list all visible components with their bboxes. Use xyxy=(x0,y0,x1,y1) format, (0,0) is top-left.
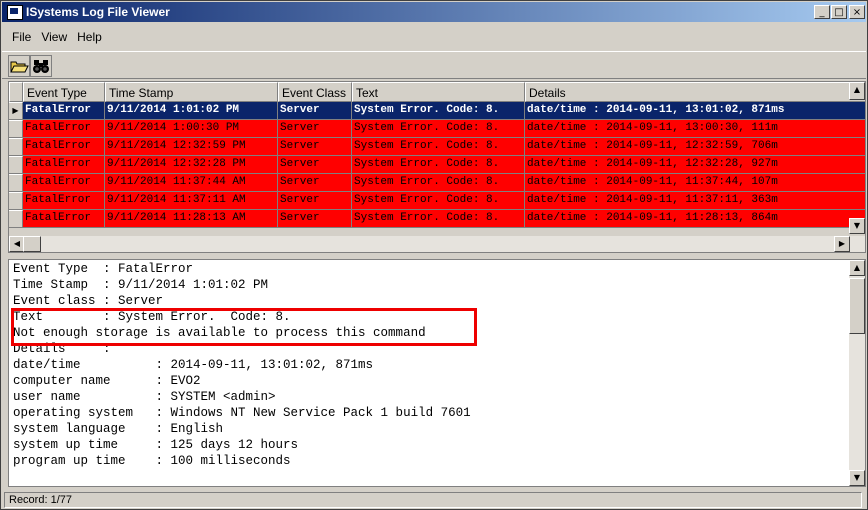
close-button[interactable]: × xyxy=(849,5,865,19)
table-cell[interactable]: System Error. Code: 8. xyxy=(352,192,525,210)
table-cell[interactable]: Server xyxy=(278,138,352,156)
table-cell[interactable]: System Error. Code: 8. xyxy=(352,138,525,156)
scroll-up-button[interactable]: ▲ xyxy=(849,82,865,100)
detail-line: program up time : 100 milliseconds xyxy=(13,454,291,468)
detail-line: Event class : Server xyxy=(13,294,164,308)
column-header-details[interactable]: Details xyxy=(525,82,865,102)
toolbar xyxy=(2,51,866,79)
menu-file[interactable]: File xyxy=(2,28,35,44)
table-cell[interactable]: FatalError xyxy=(23,210,105,228)
row-header[interactable] xyxy=(9,174,23,192)
detail-line: system up time : 125 days 12 hours xyxy=(13,438,299,452)
menu-help[interactable]: Help xyxy=(71,28,106,44)
detail-line: Time Stamp : 9/11/2014 1:01:02 PM xyxy=(13,278,269,292)
table-cell[interactable]: FatalError xyxy=(23,120,105,138)
table-cell[interactable]: Server xyxy=(278,210,352,228)
detail-line: date/time : 2014-09-11, 13:01:02, 871ms xyxy=(13,358,374,372)
table-cell[interactable]: date/time : 2014-09-11, 13:01:02, 871ms xyxy=(525,102,865,120)
table-cell[interactable]: System Error. Code: 8. xyxy=(352,174,525,192)
column-header-text[interactable]: Text xyxy=(352,82,525,102)
corner-header xyxy=(9,82,23,102)
table-cell[interactable]: 9/11/2014 12:32:59 PM xyxy=(105,138,278,156)
open-file-button[interactable] xyxy=(8,55,30,77)
table-cell[interactable]: 9/11/2014 12:32:28 PM xyxy=(105,156,278,174)
table-cell[interactable]: FatalError xyxy=(23,192,105,210)
table-cell[interactable]: Server xyxy=(278,174,352,192)
table-cell[interactable]: System Error. Code: 8. xyxy=(352,210,525,228)
vertical-scrollbar[interactable]: ▲ ▼ xyxy=(849,260,865,486)
highlight-box xyxy=(11,308,477,346)
row-header[interactable] xyxy=(9,120,23,138)
table-cell[interactable]: date/time : 2014-09-11, 11:37:44, 107m xyxy=(525,174,865,192)
table-cell[interactable]: 9/11/2014 11:37:44 AM xyxy=(105,174,278,192)
menu-bar: File View Help xyxy=(2,28,106,46)
scroll-down-button[interactable]: ▼ xyxy=(849,218,865,234)
row-header[interactable] xyxy=(9,192,23,210)
table-cell[interactable]: 9/11/2014 11:28:13 AM xyxy=(105,210,278,228)
app-window: ISystems Log File Viewer _ □ × File View H… xyxy=(0,0,868,510)
table-cell[interactable]: System Error. Code: 8. xyxy=(352,120,525,138)
table-cell[interactable]: Server xyxy=(278,120,352,138)
row-header[interactable] xyxy=(9,138,23,156)
table-cell[interactable]: date/time : 2014-09-11, 11:28:13, 864m xyxy=(525,210,865,228)
record-status: Record: 1/77 xyxy=(4,492,862,508)
table-cell[interactable]: Server xyxy=(278,156,352,174)
detail-line: computer name : EVO2 xyxy=(13,374,201,388)
horizontal-scrollbar[interactable]: ◀ ▶ xyxy=(9,236,865,252)
title-bar[interactable]: ISystems Log File Viewer _ □ × xyxy=(2,2,866,22)
find-button[interactable] xyxy=(30,55,52,77)
detail-scroll-up-button[interactable]: ▲ xyxy=(849,260,865,276)
detail-scroll-thumb[interactable] xyxy=(849,278,865,334)
column-header-time-stamp[interactable]: Time Stamp xyxy=(105,82,278,102)
row-header[interactable]: ▶ xyxy=(9,102,23,120)
table-cell[interactable]: Server xyxy=(278,192,352,210)
table-cell[interactable]: System Error. Code: 8. xyxy=(352,156,525,174)
detail-line: system language : English xyxy=(13,422,224,436)
window-title: ISystems Log File Viewer xyxy=(26,5,170,19)
table-cell[interactable]: FatalError xyxy=(23,138,105,156)
horizontal-scroll-thumb[interactable] xyxy=(23,236,41,252)
table-cell[interactable]: FatalError xyxy=(23,102,105,120)
maximize-button[interactable]: □ xyxy=(831,5,847,19)
detail-line: operating system : Windows NT New Servic… xyxy=(13,406,471,420)
folder-open-icon xyxy=(10,61,29,73)
detail-scroll-down-button[interactable]: ▼ xyxy=(849,470,865,486)
row-header[interactable] xyxy=(9,210,23,228)
detail-line: Event Type : FatalError xyxy=(13,262,194,276)
table-cell[interactable]: FatalError xyxy=(23,174,105,192)
table-cell[interactable]: System Error. Code: 8. xyxy=(352,102,525,120)
table-cell[interactable]: date/time : 2014-09-11, 11:37:11, 363m xyxy=(525,192,865,210)
table-cell[interactable]: 9/11/2014 1:00:30 PM xyxy=(105,120,278,138)
app-icon[interactable] xyxy=(7,5,23,20)
minimize-button[interactable]: _ xyxy=(814,5,830,19)
row-header[interactable] xyxy=(9,156,23,174)
table-cell[interactable]: date/time : 2014-09-11, 12:32:59, 706m xyxy=(525,138,865,156)
status-bar: Record: 1/77 xyxy=(2,492,866,508)
table-cell[interactable]: date/time : 2014-09-11, 13:00:30, 111m xyxy=(525,120,865,138)
table-cell[interactable]: date/time : 2014-09-11, 12:32:28, 927m xyxy=(525,156,865,174)
detail-pane[interactable]: Event Type : FatalError Time Stamp : 9/11… xyxy=(8,259,866,487)
column-header-event-class[interactable]: Event Class xyxy=(278,82,352,102)
table-cell[interactable]: Server xyxy=(278,102,352,120)
table-cell[interactable]: FatalError xyxy=(23,156,105,174)
column-header-event-type[interactable]: Event Type xyxy=(23,82,105,102)
binoculars-icon xyxy=(33,60,49,73)
menu-view[interactable]: View xyxy=(35,28,71,44)
log-grid: Event Type Time Stamp Event Class Text D… xyxy=(8,81,866,253)
table-cell[interactable]: 9/11/2014 11:37:11 AM xyxy=(105,192,278,210)
table-cell[interactable]: 9/11/2014 1:01:02 PM xyxy=(105,102,278,120)
detail-line: user name : SYSTEM <admin> xyxy=(13,390,276,404)
scroll-right-button[interactable]: ▶ xyxy=(834,236,850,252)
